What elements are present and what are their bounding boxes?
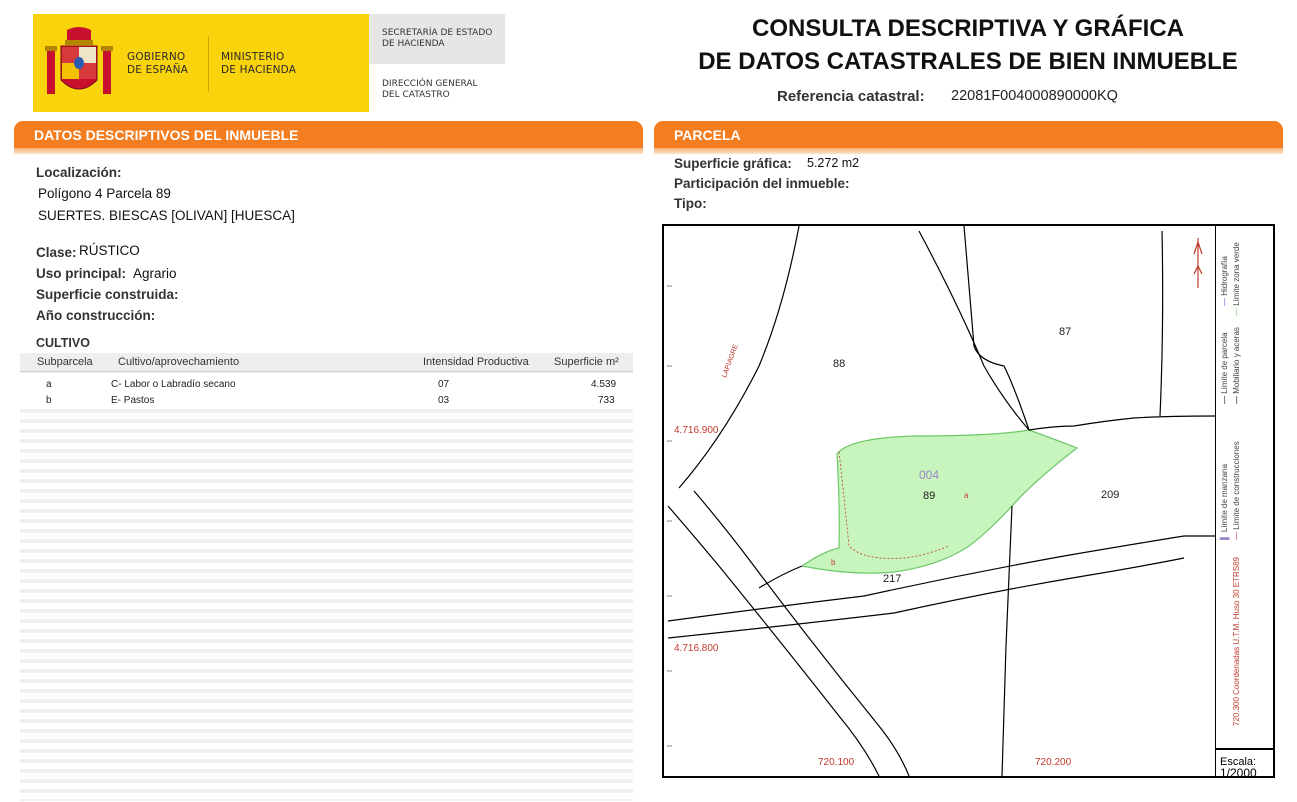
cadastral-map-drawing: LAPIAGRE: [667, 226, 1215, 776]
localizacion-label: Localización:: [36, 165, 122, 180]
coord-x-left: 720.100: [818, 757, 855, 768]
superficie-grafica-value: 5.272 m2: [807, 156, 860, 170]
legend-zona-verde: — Límite zona verde: [1232, 242, 1241, 316]
parcel-89-shape: [800, 429, 1079, 574]
col-intensidad: Intensidad Productiva: [423, 356, 529, 368]
coord-x-right: 720.200: [1035, 757, 1072, 768]
scale-box: Escala: 1/2000: [1215, 748, 1273, 780]
col-subparcela: Subparcela: [37, 356, 93, 368]
section-title-parcela: PARCELA: [674, 127, 741, 143]
north-arrow-icon: [1193, 238, 1203, 288]
legend-parcela: — Límite de parcela: [1220, 332, 1229, 404]
secretaria-label: SECRETARÍA DE ESTADO DE HACIENDA: [382, 28, 493, 49]
section-strip-right: [654, 148, 1283, 154]
col-superficie: Superficie m²: [554, 356, 619, 368]
uso-value: Agrario: [133, 266, 177, 281]
coat-of-arms-icon: [45, 27, 113, 94]
localizacion-line1: Polígono 4 Parcela 89: [38, 186, 171, 201]
page-title-line1: CONSULTA DESCRIPTIVA Y GRÁFICA: [751, 15, 1185, 42]
cell-cultivo: E- Pastos: [111, 395, 155, 406]
road-label: LAPIAGRE: [721, 343, 740, 379]
coord-y-upper: 4.716.900: [674, 425, 719, 436]
section-title-descriptivos: DATOS DESCRIPTIVOS DEL INMUEBLE: [34, 127, 299, 143]
subparcel-004-label: 004: [919, 468, 940, 482]
referencia-value: 22081F004000890000KQ: [951, 88, 1118, 104]
superficie-construida-label: Superficie construida:: [36, 287, 179, 302]
subparcel-b-label: b: [831, 558, 836, 567]
section-bar-descriptivos: DATOS DESCRIPTIVOS DEL INMUEBLE: [14, 121, 643, 148]
legend-manzana: ▌ Límite de manzana: [1220, 464, 1229, 540]
legend-hidrografia: — Hidrografía: [1220, 256, 1229, 306]
localizacion-line2: SUERTES. BIESCAS [OLIVAN] [HUESCA]: [38, 208, 295, 223]
parcel-87-label: 87: [1059, 326, 1072, 338]
anio-construccion-label: Año construcción:: [36, 308, 156, 323]
cell-superficie: 733: [598, 395, 615, 406]
gobierno-label: GOBIERNO DE ESPAÑA: [127, 51, 189, 76]
section-bar-parcela: PARCELA: [654, 121, 1283, 148]
parcel-89-label: 89: [923, 490, 936, 502]
coord-y-lower: 4.716.800: [674, 643, 719, 654]
legend-mobiliario: — Mobiliario y aceras: [1232, 327, 1241, 404]
cell-cultivo: C- Labor o Labradío secano: [111, 379, 236, 390]
subparcel-a-label: a: [964, 491, 969, 500]
parcel-217-label: 217: [883, 573, 902, 585]
superficie-grafica-label: Superficie gráfica:: [674, 156, 792, 171]
cell-intensidad: 03: [438, 395, 450, 406]
uso-label: Uso principal:: [36, 266, 127, 281]
legend-coordinates: 720.300 Coordenadas U.T.M. Huso 30 ETRS8…: [1232, 557, 1241, 726]
parcel-88-label: 88: [833, 358, 846, 370]
cultivo-header-row: [20, 353, 633, 372]
scale-value: 1/2000: [1220, 766, 1257, 780]
page-title-line2: DE DATOS CATASTRALES DE BIEN INMUEBLE: [698, 48, 1238, 75]
cultivo-title: CULTIVO: [36, 336, 90, 350]
tipo-label: Tipo:: [674, 196, 707, 211]
cell-intensidad: 07: [438, 379, 450, 390]
secretaria-block: SECRETARÍA DE ESTADO DE HACIENDA: [369, 14, 505, 64]
legend-construcciones: — Límite de construcciones: [1232, 441, 1241, 540]
section-strip-left: [14, 148, 643, 154]
col-cultivo: Cultivo/aprovechamiento: [118, 356, 240, 368]
parcel-209-label: 209: [1101, 489, 1120, 501]
cultivo-table: [20, 353, 633, 801]
gobierno-logo-block: GOBIERNO DE ESPAÑA MINISTERIO DE HACIENDA: [33, 14, 369, 112]
clase-label: Clase:: [36, 245, 77, 260]
referencia-label: Referencia catastral:: [777, 88, 925, 105]
cell-superficie: 4.539: [591, 379, 617, 390]
direccion-general-label: DIRECCIÓN GENERAL DEL CATASTRO: [382, 79, 478, 100]
cell-subparcela: b: [46, 395, 52, 406]
logo-separator: [208, 36, 209, 92]
ministerio-label: MINISTERIO DE HACIENDA: [221, 51, 297, 76]
clase-value: RÚSTICO: [79, 243, 140, 258]
participacion-label: Participación del inmueble:: [674, 176, 850, 191]
cell-subparcela: a: [46, 379, 52, 390]
